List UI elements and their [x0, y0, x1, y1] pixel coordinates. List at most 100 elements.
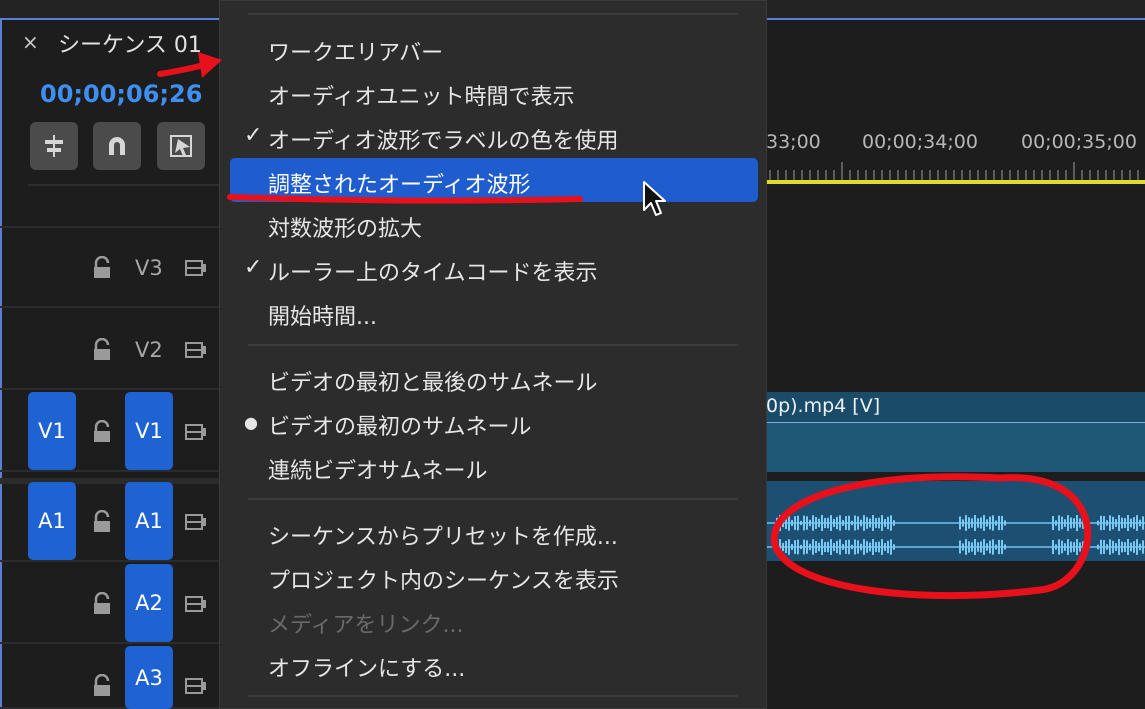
sync-lock-icon[interactable]: [184, 512, 208, 532]
menu-item-create-preset[interactable]: シーケンスからプリセットを作成...: [268, 519, 618, 551]
waveform-bar: [887, 516, 889, 530]
waveform-bar: [980, 541, 982, 553]
menu-item-link-media: メディアをリンク...: [268, 613, 464, 638]
waveform-bar: [851, 520, 853, 526]
lock-icon[interactable]: [91, 338, 113, 362]
sync-lock-icon[interactable]: [184, 594, 208, 614]
waveform-bar: [995, 544, 997, 550]
track-target-a1[interactable]: A1: [125, 482, 173, 560]
menu-item-continuous-thumbnails[interactable]: 連続ビデオサムネール: [268, 453, 488, 485]
waveform-bar: [815, 517, 817, 529]
menu-item-ruler-timecode[interactable]: ルーラー上のタイムコードを表示: [268, 255, 598, 287]
waveform-bar: [839, 539, 841, 555]
sync-lock-icon[interactable]: [184, 422, 208, 442]
close-tab-icon[interactable]: ×: [22, 30, 39, 54]
lock-icon[interactable]: [91, 256, 113, 280]
track-label-v2: V2: [135, 338, 163, 362]
ruler-label: 33;00: [766, 131, 821, 153]
audio-waveform: [766, 515, 1145, 555]
waveform-bar: [890, 515, 892, 531]
work-area-bar[interactable]: [766, 180, 1145, 184]
waveform-bar: [863, 539, 865, 555]
menu-item-head-tail-thumbnails[interactable]: ビデオの最初と最後のサムネール: [268, 365, 598, 397]
menu-item-log-waveform[interactable]: 対数波形の拡大: [268, 211, 422, 243]
sequence-tab-title[interactable]: シーケンス 01: [58, 27, 202, 59]
lock-icon[interactable]: [91, 592, 113, 616]
waveform-bar: [803, 539, 805, 555]
source-patch-a1[interactable]: A1: [28, 482, 76, 560]
menu-item-make-offline[interactable]: オフラインにする...: [268, 651, 465, 683]
playhead-timecode[interactable]: 00;00;06;26: [40, 80, 202, 108]
sync-lock-icon[interactable]: [184, 258, 208, 278]
waveform-bar: [1082, 541, 1084, 553]
waveform-bar: [1127, 539, 1129, 555]
menu-item-head-thumbnail[interactable]: ビデオの最初のサムネール: [268, 409, 532, 441]
waveform-bar: [962, 519, 964, 527]
waveform-bar: [887, 540, 889, 554]
lock-icon[interactable]: [91, 420, 113, 444]
waveform-bar: [965, 515, 967, 531]
waveform-bar: [821, 515, 823, 531]
menu-item-audio-units[interactable]: オーディオユニット時間で表示: [268, 79, 574, 111]
waveform-bar: [818, 542, 820, 552]
audio-clip[interactable]: [766, 481, 1145, 561]
track-label-v3: V3: [135, 256, 163, 280]
waveform-bar: [1085, 515, 1087, 531]
waveform-bar: [1139, 519, 1141, 527]
snap-button[interactable]: [93, 122, 141, 170]
lock-icon[interactable]: [91, 510, 113, 534]
waveform-bar: [977, 518, 979, 528]
waveform-bar: [782, 542, 784, 552]
lock-icon[interactable]: [91, 674, 113, 698]
insert-nest-button[interactable]: [30, 122, 78, 170]
waveform-bar: [836, 516, 838, 530]
waveform-bar: [1130, 518, 1132, 528]
video-clip[interactable]: 0p).mp4 [V]: [766, 392, 1145, 472]
waveform-bar: [881, 515, 883, 531]
waveform-bar: [812, 539, 814, 555]
track-target-v1[interactable]: V1: [125, 392, 173, 470]
waveform-bar: [989, 540, 991, 554]
ruler-label: 00;00;34;00: [862, 131, 978, 153]
waveform-bar: [1052, 539, 1054, 555]
waveform-bar: [827, 541, 829, 553]
waveform-bar: [980, 517, 982, 529]
menu-item-reveal-sequence[interactable]: プロジェクト内のシーケンスを表示: [268, 563, 619, 595]
waveform-bar: [860, 519, 862, 527]
waveform-bar: [881, 539, 883, 555]
waveform-bar: [1079, 518, 1081, 528]
waveform-bar: [1001, 539, 1003, 555]
waveform-bar: [797, 539, 799, 555]
waveform-bar: [833, 518, 835, 528]
waveform-bar: [776, 517, 778, 529]
waveform-bar: [1097, 520, 1099, 526]
waveform-bar: [1058, 515, 1060, 531]
waveform-bar: [860, 543, 862, 551]
waveform-bar: [1115, 543, 1117, 551]
waveform-bar: [848, 515, 850, 531]
waveform-bar: [782, 518, 784, 528]
menu-item-label-color-waveform[interactable]: オーディオ波形でラベルの色を使用: [268, 123, 618, 155]
ruler-label: 00;00;35;00: [1021, 131, 1137, 153]
waveform-bar: [1100, 515, 1102, 531]
waveform-bar: [1109, 539, 1111, 555]
menu-item-start-time[interactable]: 開始時間...: [268, 299, 377, 331]
source-patch-v1[interactable]: V1: [28, 392, 76, 470]
menu-item-rectified-waveform[interactable]: 調整されたオーディオ波形: [268, 167, 530, 199]
track-target-a3[interactable]: A3: [125, 646, 173, 709]
waveform-bar: [1118, 539, 1120, 555]
video-clip-name: 0p).mp4 [V]: [766, 395, 881, 417]
sync-lock-icon[interactable]: [184, 340, 208, 360]
nest-icon: [45, 135, 63, 157]
waveform-bar: [971, 518, 973, 528]
track-target-a2[interactable]: A2: [125, 564, 173, 642]
waveform-bar: [866, 517, 868, 529]
waveform-bar: [1067, 515, 1069, 531]
sync-lock-icon[interactable]: [184, 676, 208, 696]
waveform-bar: [878, 517, 880, 529]
waveform-bar: [842, 520, 844, 526]
waveform-bar: [983, 539, 985, 555]
linked-selection-button[interactable]: [157, 122, 205, 170]
menu-item-work-area-bar[interactable]: ワークエリアバー: [268, 35, 443, 67]
waveform-bar: [1121, 517, 1123, 529]
